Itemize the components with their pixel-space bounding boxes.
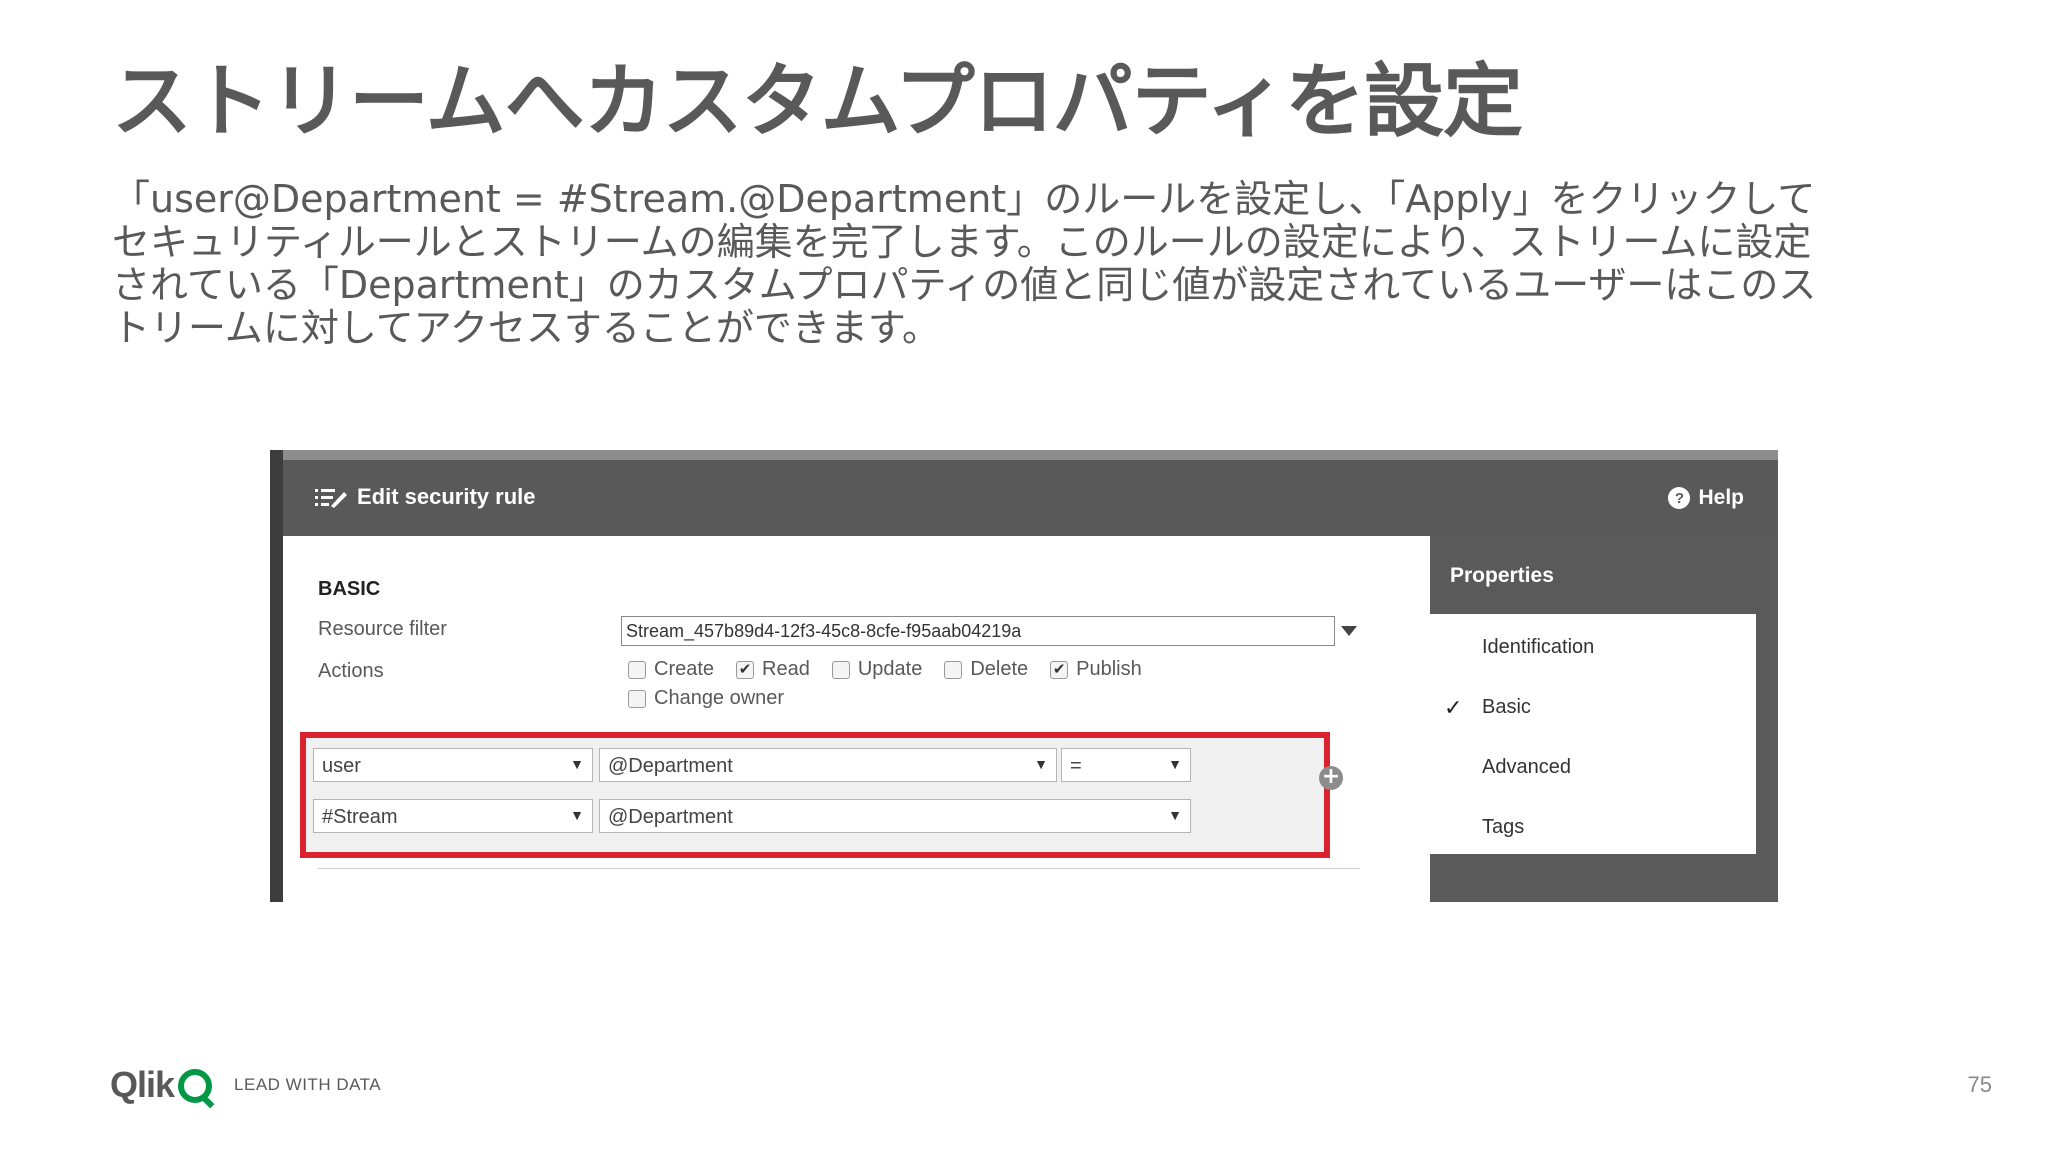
qlik-q-icon — [178, 1069, 213, 1103]
checkbox-checked-icon[interactable]: ✔ — [1050, 660, 1069, 679]
rule-condition-highlight: user ▼ @Department ▼ = ▼ + #Stream ▼ @De… — [300, 732, 1343, 858]
checkbox-box[interactable] — [628, 689, 646, 708]
description-line: されている「Department」のカスタムプロパティの値と同じ値が設定されてい… — [112, 263, 1817, 307]
action-read-checkbox[interactable]: ✔ Read — [736, 658, 810, 681]
properties-list: Identification ✓ Basic Advanced Tags — [1430, 614, 1756, 854]
action-change-owner-checkbox[interactable]: Change owner — [628, 687, 784, 710]
action-create-checkbox[interactable]: Create — [628, 658, 714, 681]
page-number: 75 — [1967, 1072, 1992, 1097]
resource-filter-dropdown-icon[interactable] — [1341, 626, 1357, 636]
checkbox-label: Read — [762, 658, 810, 680]
action-publish-checkbox[interactable]: ✔ Publish — [1050, 658, 1142, 681]
chevron-down-icon: ▼ — [1034, 756, 1048, 772]
properties-panel: Properties Identification ✓ Basic Advanc… — [1430, 536, 1778, 902]
checkbox-label: Update — [857, 658, 923, 680]
dialog-title: Edit security rule — [313, 484, 536, 510]
chevron-down-icon: ▼ — [570, 756, 584, 772]
qlik-logo: Qlik LEAD WITH DATA — [110, 1064, 381, 1106]
select-value: @Department — [608, 755, 733, 777]
rule-row1-left-select[interactable]: user ▼ — [313, 748, 593, 782]
rule-row1-property-select[interactable]: @Department ▼ — [599, 748, 1057, 782]
checkbox-box[interactable] — [944, 660, 963, 679]
chevron-down-icon: ▼ — [1168, 807, 1182, 823]
description-line: トリームに対してアクセスすることができます。 — [112, 306, 941, 350]
property-basic[interactable]: Basic — [1482, 696, 1531, 719]
checkbox-label: Create — [654, 658, 715, 680]
check-icon: ✓ — [1444, 696, 1463, 721]
property-tags[interactable]: Tags — [1482, 816, 1524, 839]
rule-row2-left-select[interactable]: #Stream ▼ — [313, 799, 593, 833]
resource-filter-label: Resource filter — [318, 618, 447, 640]
actions-checkboxes-row2: Change owner — [628, 687, 784, 710]
checkbox-label: Delete — [970, 658, 1029, 680]
add-condition-icon[interactable]: + — [1319, 766, 1343, 790]
rule-row2-property-select[interactable]: @Department ▼ — [599, 799, 1191, 833]
slide-title: ストリームへカスタムプロパティを設定 — [112, 55, 1523, 148]
description-line: 「user@Department = #Stream.@Department」の… — [112, 177, 1816, 221]
checkbox-box[interactable] — [831, 660, 850, 679]
dialog-title-text: Edit security rule — [357, 484, 536, 509]
edit-security-rule-dialog: Edit security rule ? Help BASIC Resource… — [283, 460, 1778, 902]
edit-list-icon — [315, 489, 347, 508]
property-advanced[interactable]: Advanced — [1482, 756, 1571, 779]
slide-description: 「user@Department = #Stream.@Department」の… — [112, 178, 1912, 350]
property-identification[interactable]: Identification — [1482, 636, 1594, 659]
help-button[interactable]: ? Help — [1668, 486, 1744, 510]
chevron-down-icon: ▼ — [1168, 756, 1182, 772]
select-value: @Department — [608, 806, 733, 828]
select-value: #Stream — [322, 806, 398, 828]
description-line: セキュリティルールとストリームの編集を完了します。このルールの設定により、ストリ… — [112, 220, 1812, 264]
security-rule-screenshot: Edit security rule ? Help BASIC Resource… — [270, 450, 1778, 902]
checkbox-label: Change owner — [654, 687, 785, 709]
dialog-header: Edit security rule ? Help — [283, 460, 1778, 536]
actions-checkboxes: Create ✔ Read Update Delete ✔ Publish — [628, 658, 1142, 681]
properties-title: Properties — [1450, 564, 1554, 587]
help-label: Help — [1698, 486, 1744, 509]
help-icon: ? — [1668, 487, 1691, 509]
chevron-down-icon: ▼ — [570, 807, 584, 823]
action-update-checkbox[interactable]: Update — [831, 658, 923, 681]
checkbox-checked-icon[interactable]: ✔ — [736, 660, 755, 679]
checkbox-box[interactable] — [628, 660, 646, 679]
select-value: user — [322, 755, 361, 777]
basic-section-heading: BASIC — [318, 578, 381, 600]
section-divider — [318, 868, 1360, 869]
action-delete-checkbox[interactable]: Delete — [944, 658, 1028, 681]
checkbox-label: Publish — [1076, 658, 1142, 680]
background-app-sidebar — [270, 450, 283, 902]
dialog-body: BASIC Resource filter Stream_457b89d4-12… — [283, 536, 1430, 902]
resource-filter-input[interactable]: Stream_457b89d4-12f3-45c8-8cfe-f95aab042… — [621, 616, 1335, 646]
brand-tagline: LEAD WITH DATA — [234, 1075, 382, 1094]
rule-row1-operator-select[interactable]: = ▼ — [1061, 748, 1191, 782]
brand-name: Qlik — [110, 1064, 175, 1105]
actions-label: Actions — [318, 660, 384, 682]
select-value: = — [1070, 755, 1082, 777]
